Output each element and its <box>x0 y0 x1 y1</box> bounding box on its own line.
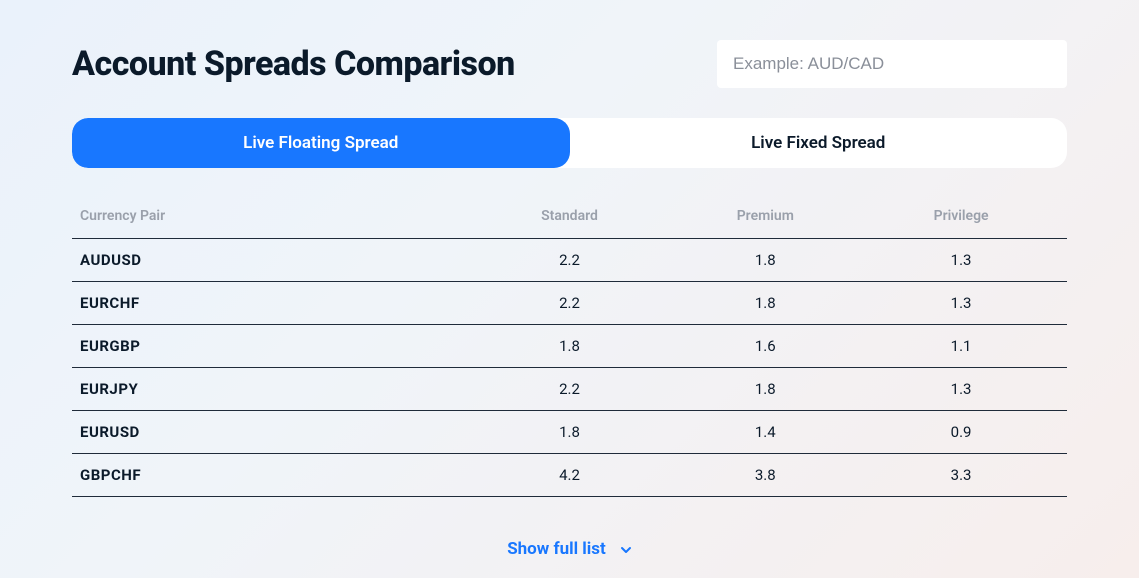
table-row: GBPCHF4.23.83.3 <box>72 453 1067 497</box>
col-standard: Standard <box>472 208 668 224</box>
standard-value: 1.8 <box>472 423 668 441</box>
currency-pair: AUDUSD <box>80 251 472 269</box>
col-privilege: Privilege <box>863 208 1059 224</box>
search-input[interactable] <box>717 40 1067 88</box>
privilege-value: 1.1 <box>863 337 1059 355</box>
privilege-value: 1.3 <box>863 294 1059 312</box>
spreads-table: Currency Pair Standard Premium Privilege… <box>72 198 1067 497</box>
tab-floating-spread[interactable]: Live Floating Spread <box>72 118 570 168</box>
currency-pair: EURGBP <box>80 337 472 355</box>
standard-value: 2.2 <box>472 251 668 269</box>
col-currency-pair: Currency Pair <box>80 208 472 224</box>
standard-value: 2.2 <box>472 380 668 398</box>
table-header: Currency Pair Standard Premium Privilege <box>72 198 1067 238</box>
currency-pair: EURJPY <box>80 380 472 398</box>
col-premium: Premium <box>667 208 863 224</box>
privilege-value: 3.3 <box>863 466 1059 484</box>
currency-pair: EURUSD <box>80 423 472 441</box>
standard-value: 4.2 <box>472 466 668 484</box>
premium-value: 3.8 <box>667 466 863 484</box>
privilege-value: 0.9 <box>863 423 1059 441</box>
spread-tabs: Live Floating Spread Live Fixed Spread <box>72 118 1067 168</box>
standard-value: 1.8 <box>472 337 668 355</box>
table-row: EURJPY2.21.81.3 <box>72 367 1067 410</box>
premium-value: 1.6 <box>667 337 863 355</box>
chevron-down-icon <box>618 542 632 556</box>
tab-fixed-spread[interactable]: Live Fixed Spread <box>570 118 1068 168</box>
show-full-list-label: Show full list <box>507 539 606 559</box>
table-row: EURGBP1.81.61.1 <box>72 324 1067 367</box>
privilege-value: 1.3 <box>863 380 1059 398</box>
premium-value: 1.8 <box>667 294 863 312</box>
standard-value: 2.2 <box>472 294 668 312</box>
premium-value: 1.8 <box>667 380 863 398</box>
currency-pair: GBPCHF <box>80 466 472 484</box>
premium-value: 1.8 <box>667 251 863 269</box>
page-title: Account Spreads Comparison <box>72 44 515 84</box>
privilege-value: 1.3 <box>863 251 1059 269</box>
table-row: EURUSD1.81.40.9 <box>72 410 1067 453</box>
currency-pair: EURCHF <box>80 294 472 312</box>
table-row: AUDUSD2.21.81.3 <box>72 238 1067 281</box>
premium-value: 1.4 <box>667 423 863 441</box>
table-row: EURCHF2.21.81.3 <box>72 281 1067 324</box>
show-full-list-button[interactable]: Show full list <box>72 539 1067 559</box>
